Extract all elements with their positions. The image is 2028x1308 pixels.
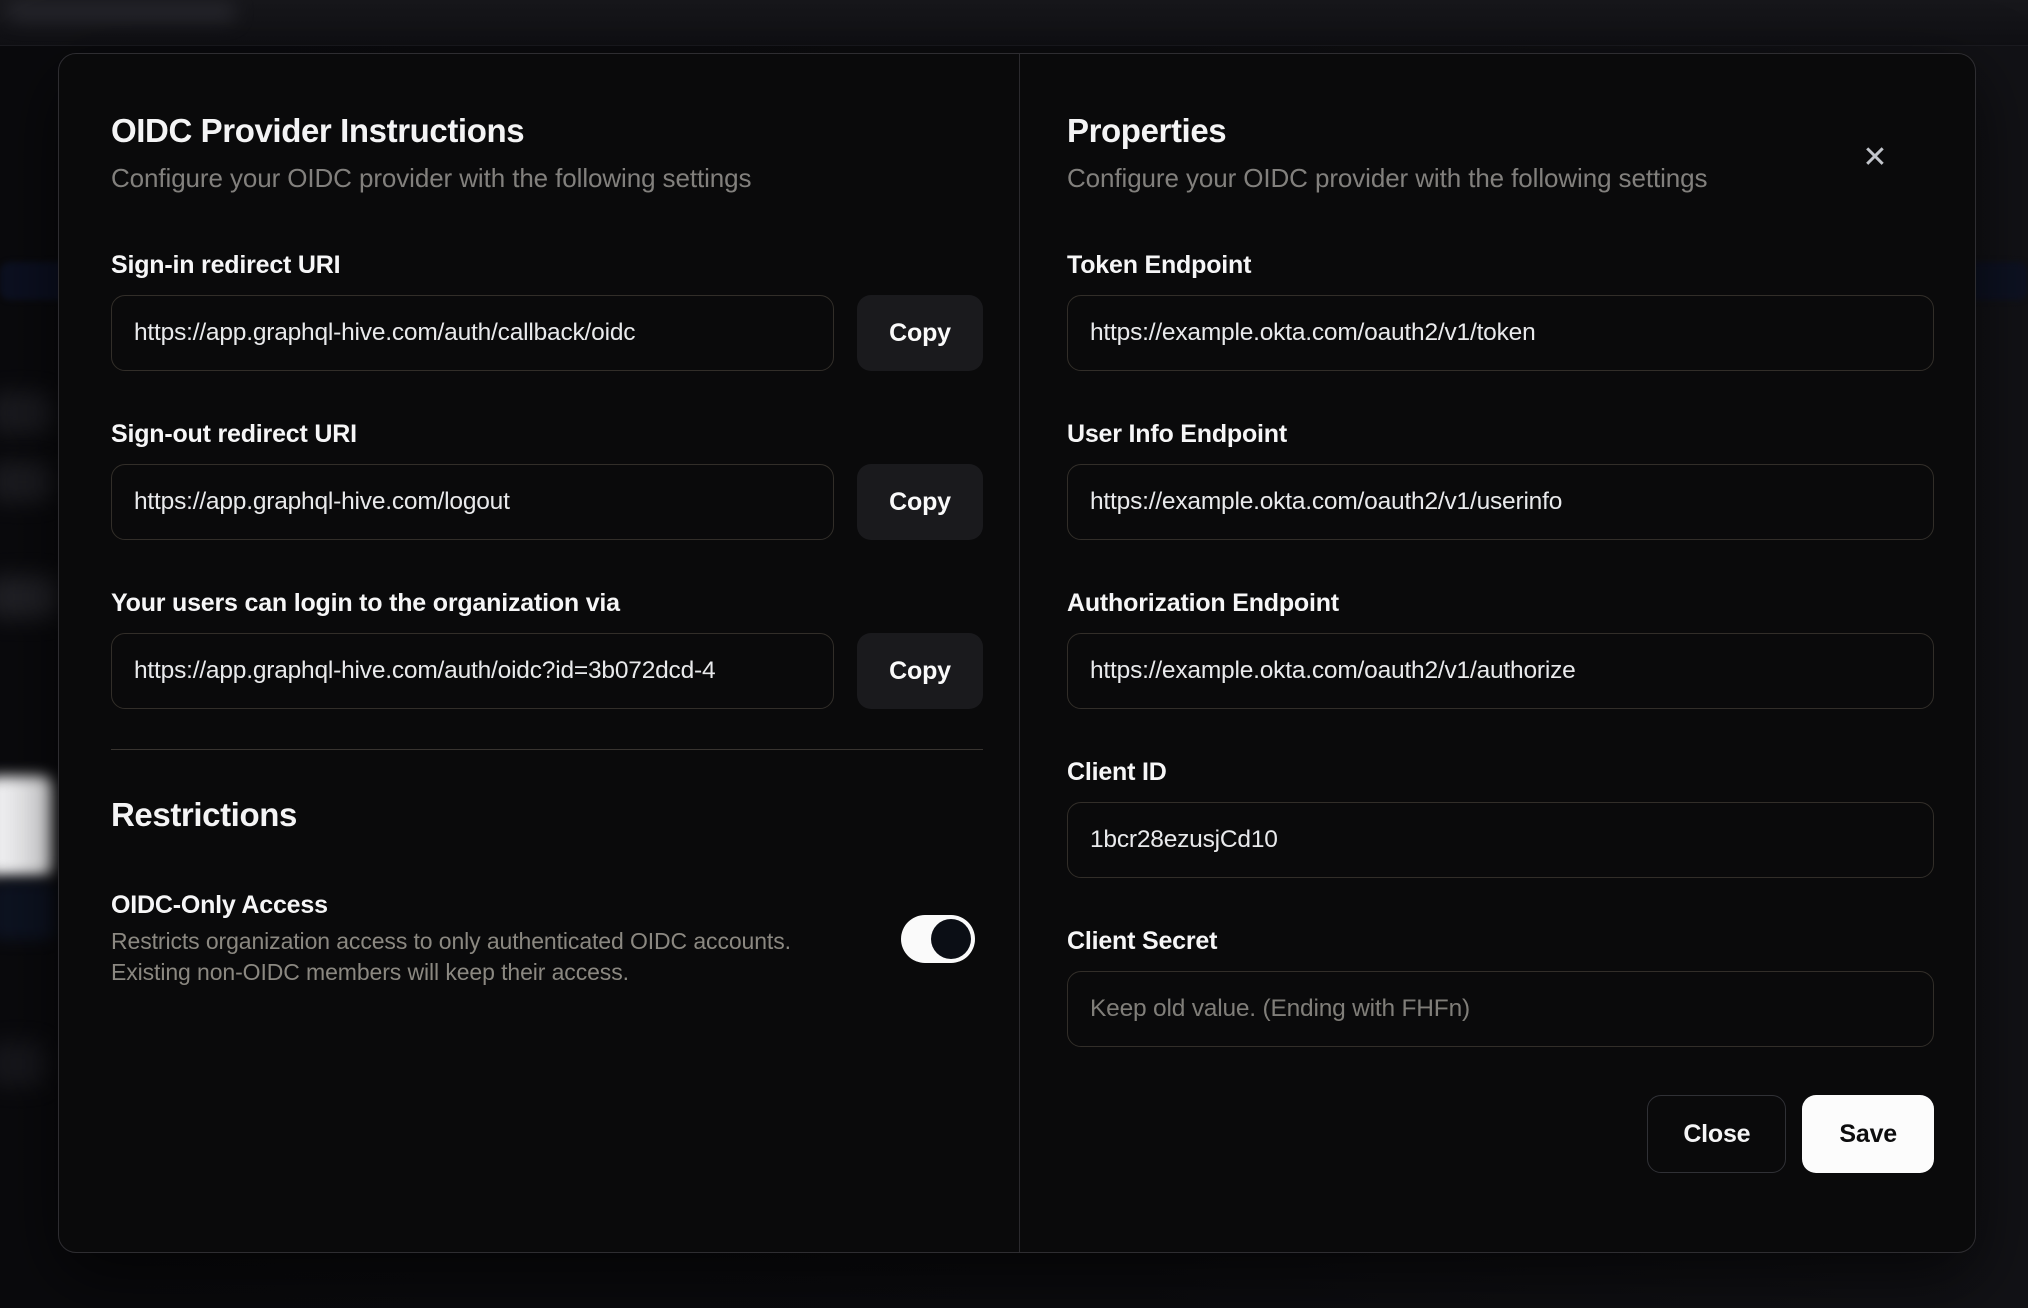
dialog-close-button[interactable]: ✕ xyxy=(1855,138,1895,178)
login-url-label: Your users can login to the organization… xyxy=(111,589,620,618)
restrictions-title: Restrictions xyxy=(111,796,297,834)
close-icon: ✕ xyxy=(1862,141,1888,174)
oidc-only-access-description: Restricts organization access to only au… xyxy=(111,926,791,988)
authorization-endpoint-input[interactable] xyxy=(1067,633,1934,710)
instructions-column: OIDC Provider Instructions Configure you… xyxy=(59,54,1019,1252)
oidc-only-access-description-line1: Restricts organization access to only au… xyxy=(111,927,791,954)
properties-column: Properties Configure your OIDC provider … xyxy=(1020,54,1975,1252)
user-info-endpoint-input[interactable] xyxy=(1067,464,1934,541)
oidc-only-access-texts: OIDC-Only Access Restricts organization … xyxy=(111,890,791,988)
oidc-only-access-toggle[interactable] xyxy=(901,914,975,963)
background-text-remnant xyxy=(0,1042,46,1086)
oidc-only-access-label: OIDC-Only Access xyxy=(111,890,328,919)
user-info-endpoint-label: User Info Endpoint xyxy=(1067,420,1287,449)
oidc-only-access-description-line2: Existing non-OIDC members will keep thei… xyxy=(111,958,629,985)
oidc-only-access-row: OIDC-Only Access Restricts organization … xyxy=(111,890,983,988)
sign-in-redirect-label: Sign-in redirect URI xyxy=(111,251,341,280)
properties-subtitle: Configure your OIDC provider with the fo… xyxy=(1067,163,1708,194)
token-endpoint-input[interactable] xyxy=(1067,295,1934,372)
sign-out-redirect-label: Sign-out redirect URI xyxy=(111,420,357,449)
sign-out-redirect-input[interactable] xyxy=(111,464,834,541)
background-button-remnant xyxy=(0,776,52,876)
token-endpoint-field: Token Endpoint xyxy=(1067,250,1934,372)
sign-in-redirect-input[interactable] xyxy=(111,295,834,372)
token-endpoint-label: Token Endpoint xyxy=(1067,251,1252,280)
login-url-input[interactable] xyxy=(111,633,834,710)
close-button[interactable]: Close xyxy=(1647,1095,1787,1174)
client-id-label: Client ID xyxy=(1067,758,1167,787)
instructions-subtitle: Configure your OIDC provider with the fo… xyxy=(111,163,752,194)
dialog-footer: Close Save xyxy=(1067,1095,1934,1174)
client-secret-label: Client Secret xyxy=(1067,927,1218,956)
background-text-remnant xyxy=(0,576,58,618)
section-divider xyxy=(111,749,983,751)
authorization-endpoint-field: Authorization Endpoint xyxy=(1067,588,1934,710)
authorization-endpoint-label: Authorization Endpoint xyxy=(1067,589,1339,618)
background-text-remnant xyxy=(0,392,52,434)
oidc-settings-dialog: OIDC Provider Instructions Configure you… xyxy=(58,53,1976,1253)
login-url-field: Your users can login to the organization… xyxy=(111,588,983,710)
copy-login-url-button[interactable]: Copy xyxy=(857,633,983,710)
client-id-field: Client ID xyxy=(1067,757,1934,879)
copy-sign-out-redirect-button[interactable]: Copy xyxy=(857,464,983,541)
background-topbar xyxy=(0,0,2028,46)
background-band-remnant xyxy=(0,882,54,940)
sign-out-redirect-field: Sign-out redirect URI Copy xyxy=(111,419,983,541)
save-button[interactable]: Save xyxy=(1802,1095,1934,1174)
user-info-endpoint-field: User Info Endpoint xyxy=(1067,419,1934,541)
client-secret-field: Client Secret xyxy=(1067,926,1934,1048)
sign-in-redirect-field: Sign-in redirect URI Copy xyxy=(111,250,983,372)
client-secret-input[interactable] xyxy=(1067,971,1934,1048)
instructions-title: OIDC Provider Instructions xyxy=(111,112,525,149)
background-text-remnant xyxy=(0,462,52,502)
copy-sign-in-redirect-button[interactable]: Copy xyxy=(857,295,983,372)
client-id-input[interactable] xyxy=(1067,802,1934,879)
toggle-knob-icon xyxy=(931,918,971,959)
properties-title: Properties xyxy=(1067,112,1227,149)
